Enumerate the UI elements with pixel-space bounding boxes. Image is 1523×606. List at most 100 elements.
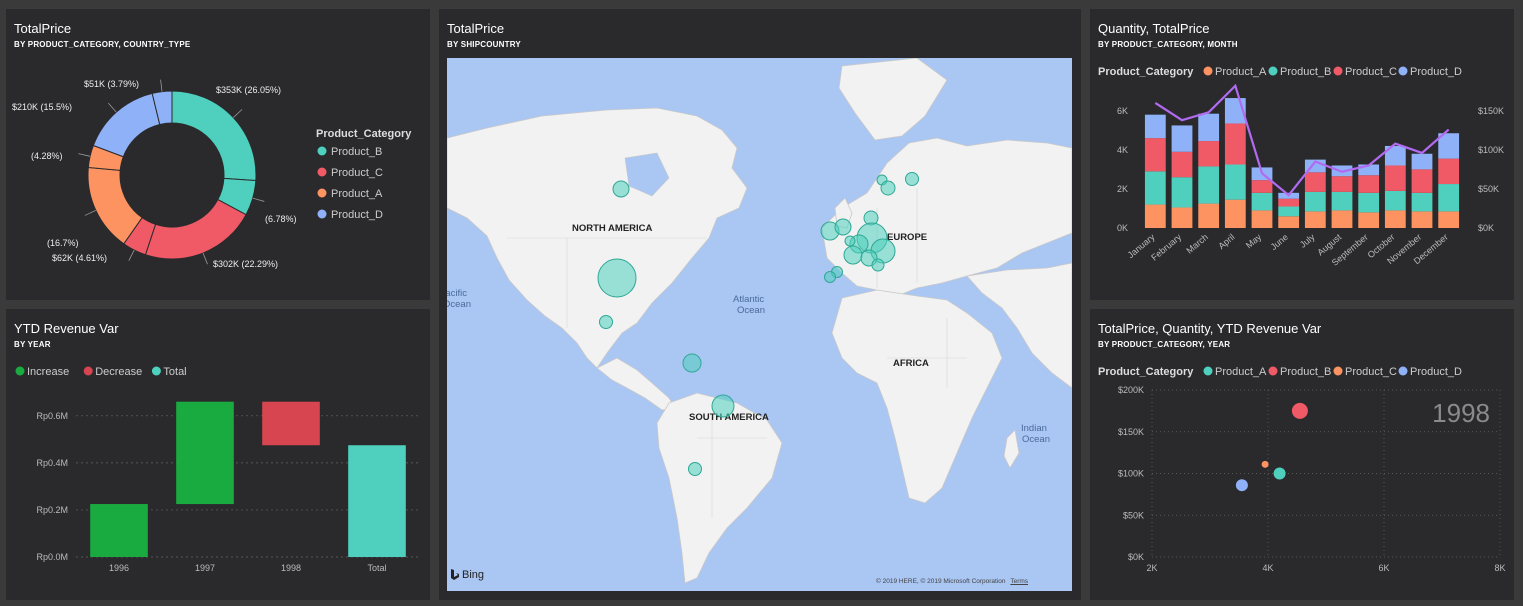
stack-bar[interactable]: [1198, 166, 1220, 204]
stack-bar[interactable]: [1171, 151, 1193, 178]
stack-bar[interactable]: [1224, 199, 1246, 228]
stack-bar[interactable]: [1144, 204, 1166, 228]
scatter-point[interactable]: [1291, 402, 1308, 419]
stack-bar[interactable]: [1411, 169, 1433, 193]
legend-marker[interactable]: [317, 146, 327, 156]
stack-bar[interactable]: [1251, 192, 1273, 211]
legend-marker[interactable]: [1268, 66, 1278, 76]
stack-bar[interactable]: [1438, 184, 1460, 212]
map-bubble[interactable]: [612, 180, 630, 198]
x-tick-label: June: [1269, 232, 1290, 252]
map-tile[interactable]: TotalPrice BY SHIPCOUNTRY NORTH AMERICA …: [439, 9, 1081, 600]
map-bubble[interactable]: [824, 271, 836, 283]
terms-link[interactable]: Terms: [1010, 578, 1028, 585]
y-tick-label: 6K: [1117, 106, 1128, 116]
stack-bar[interactable]: [1224, 164, 1246, 200]
stack-bar[interactable]: [1278, 198, 1300, 207]
stack-bar[interactable]: [1331, 191, 1353, 211]
legend-marker[interactable]: [1268, 366, 1278, 376]
scatter-point[interactable]: [1273, 467, 1286, 480]
waterfall-bar[interactable]: [262, 401, 320, 446]
legend-title: Product_Category: [1098, 366, 1194, 378]
map-bubble[interactable]: [843, 245, 863, 265]
legend-marker[interactable]: [1203, 66, 1213, 76]
donut-slice[interactable]: [171, 90, 257, 182]
map-bubble[interactable]: [844, 235, 856, 247]
legend-marker[interactable]: [1398, 66, 1408, 76]
stack-bar[interactable]: [1411, 192, 1433, 212]
legend-marker[interactable]: [1333, 66, 1343, 76]
stack-bar[interactable]: [1198, 203, 1220, 228]
legend-label: Product_D: [331, 209, 383, 221]
waterfall-bar[interactable]: [348, 445, 406, 557]
stack-bar[interactable]: [1411, 211, 1433, 228]
stack-bar[interactable]: [1358, 175, 1380, 193]
stack-bar[interactable]: [1251, 210, 1273, 228]
y-tick-label: $200K: [1118, 385, 1144, 395]
map-bubble[interactable]: [682, 353, 702, 373]
scatter-tile[interactable]: TotalPrice, Quantity, YTD Revenue Var BY…: [1090, 309, 1514, 600]
donut-slice[interactable]: [144, 198, 247, 260]
donut-tile[interactable]: TotalPrice BY PRODUCT_CATEGORY, COUNTRY_…: [6, 9, 430, 300]
stack-bar[interactable]: [1384, 190, 1406, 211]
stack-bar[interactable]: [1198, 141, 1220, 167]
legend-marker[interactable]: [317, 209, 327, 219]
stack-bar[interactable]: [1278, 206, 1300, 217]
bing-label: Bing: [462, 569, 485, 581]
combo-chart[interactable]: Product_Category Product_A Product_B Produc…: [1090, 9, 1514, 300]
legend-label: Product_C: [1345, 366, 1397, 378]
stack-bar[interactable]: [1411, 153, 1433, 170]
legend-marker[interactable]: [83, 366, 93, 376]
legend-marker[interactable]: [1333, 366, 1343, 376]
stack-bar[interactable]: [1144, 171, 1166, 205]
stack-bar[interactable]: [1331, 210, 1353, 228]
waterfall-tile[interactable]: YTD Revenue Var BY YEAR Increase Decrease…: [6, 309, 430, 600]
map-bubble[interactable]: [688, 462, 702, 476]
stack-bar[interactable]: [1144, 114, 1166, 139]
legend-marker[interactable]: [1203, 366, 1213, 376]
donut-slice[interactable]: [92, 92, 161, 158]
stack-bar[interactable]: [1278, 216, 1300, 228]
stack-bar[interactable]: [1171, 207, 1193, 228]
legend-marker[interactable]: [317, 188, 327, 198]
stack-bar[interactable]: [1304, 211, 1326, 228]
stack-bar[interactable]: [1384, 210, 1406, 228]
donut-chart[interactable]: $353K (26.05%) (6.78%) $302K (22.29%) $62K …: [6, 9, 430, 300]
stack-bar[interactable]: [1251, 180, 1273, 193]
map-bubble[interactable]: [597, 258, 637, 298]
waterfall-bar[interactable]: [176, 401, 234, 505]
waterfall-bar[interactable]: [90, 504, 148, 557]
stack-bar[interactable]: [1384, 165, 1406, 191]
stack-bar[interactable]: [1171, 177, 1193, 208]
map-bubble[interactable]: [834, 218, 852, 236]
stack-bar[interactable]: [1331, 176, 1353, 192]
stack-bar[interactable]: [1198, 113, 1220, 142]
map-bubble[interactable]: [871, 258, 885, 272]
stack-bar[interactable]: [1438, 158, 1460, 185]
map-bubble[interactable]: [599, 315, 613, 329]
legend-label: Product_B: [1280, 366, 1331, 378]
map-bubble[interactable]: [905, 172, 919, 186]
scatter-point[interactable]: [1261, 460, 1269, 468]
scatter-point[interactable]: [1235, 479, 1248, 492]
stack-bar[interactable]: [1304, 172, 1326, 192]
legend-marker[interactable]: [15, 366, 25, 376]
stack-bar[interactable]: [1358, 192, 1380, 213]
map-bubble[interactable]: [880, 180, 896, 196]
stack-bar[interactable]: [1304, 191, 1326, 212]
legend-marker[interactable]: [1398, 366, 1408, 376]
combo-tile[interactable]: Quantity, TotalPrice BY PRODUCT_CATEGORY…: [1090, 9, 1514, 300]
legend-label: Product_C: [331, 167, 383, 179]
stack-bar[interactable]: [1144, 138, 1166, 172]
map-bubble[interactable]: [711, 394, 735, 418]
stack-bar[interactable]: [1438, 211, 1460, 228]
stack-bar[interactable]: [1224, 123, 1246, 165]
waterfall-chart[interactable]: Increase Decrease Total Rp0.0M Rp0.2M Rp0.4M R…: [6, 309, 430, 600]
stack-bar[interactable]: [1358, 212, 1380, 228]
stack-bar[interactable]: [1171, 125, 1193, 152]
legend-marker[interactable]: [317, 167, 327, 177]
legend-marker[interactable]: [151, 366, 161, 376]
world-map[interactable]: NORTH AMERICA EUROPE SOUTH AMERICA AFRIC…: [447, 58, 1072, 591]
scatter-chart[interactable]: Product_Category Product_A Product_B Produc…: [1090, 309, 1514, 600]
play-axis-label: 1998: [1432, 398, 1490, 428]
